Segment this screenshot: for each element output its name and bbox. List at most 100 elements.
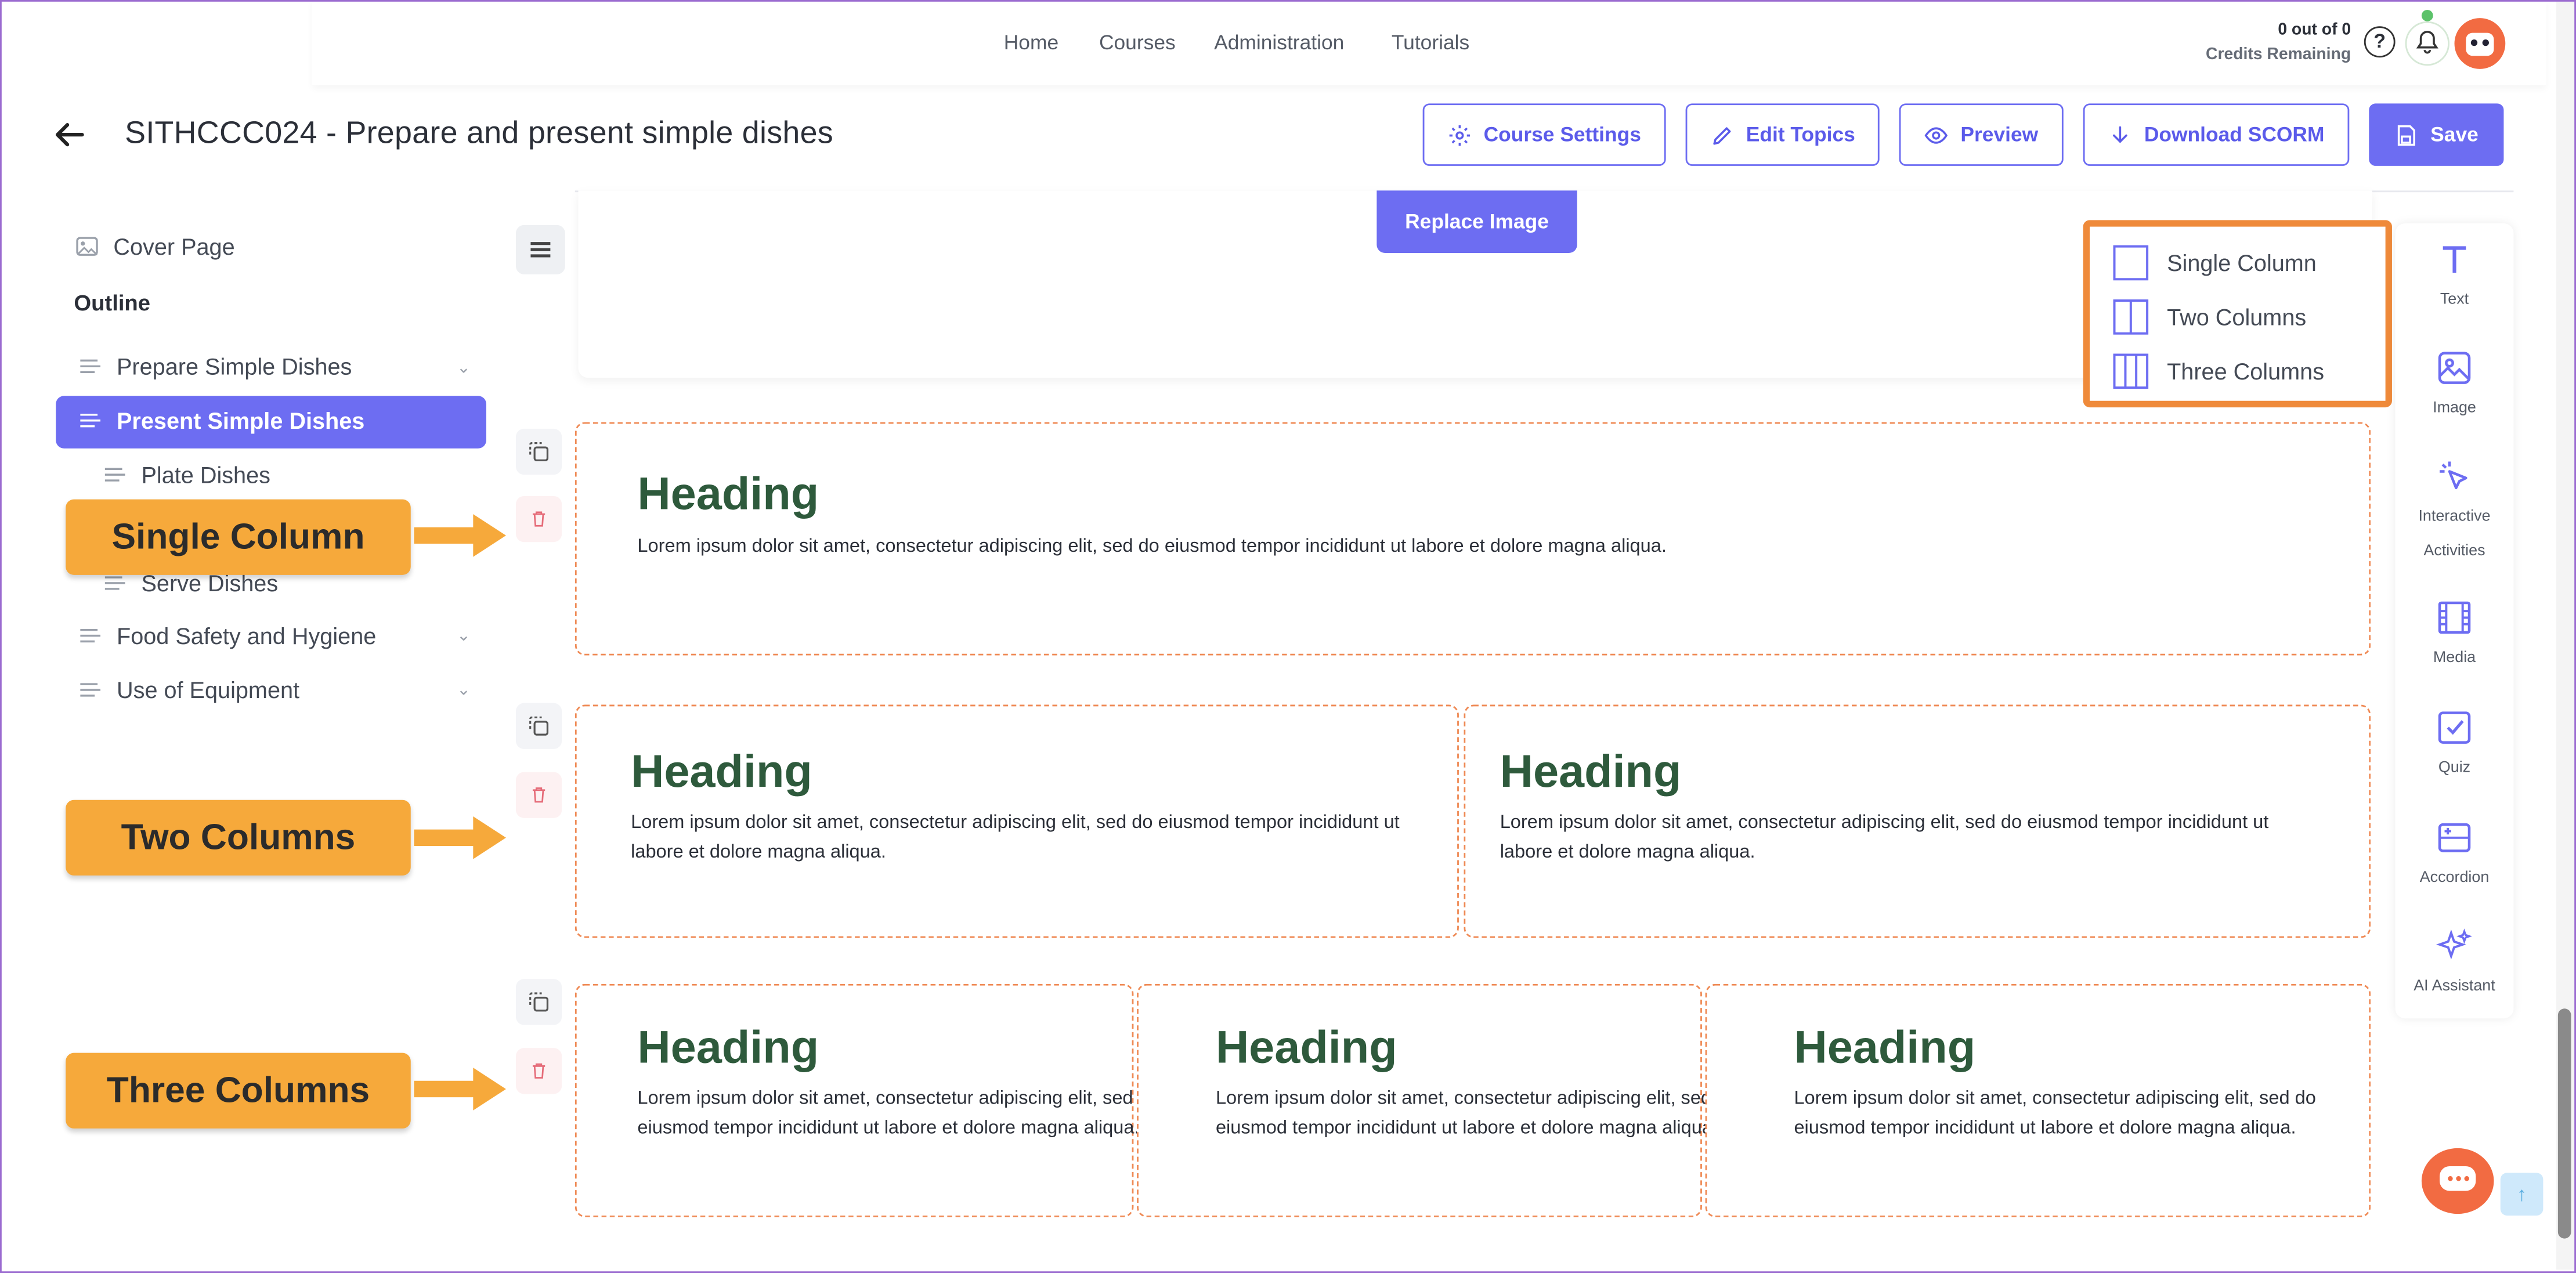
block-text[interactable]: Lorem ipsum dolor sit amet, consectetur …: [1216, 1084, 1742, 1143]
course-settings-button[interactable]: Course Settings: [1422, 103, 1666, 166]
block-heading[interactable]: Heading: [1500, 746, 1682, 798]
callout-arrow-icon: [414, 816, 506, 859]
toolbar-interactive-activities[interactable]: Interactive Activities: [2396, 457, 2514, 569]
toolbar-media[interactable]: Media: [2396, 598, 2514, 675]
outline-heading: Outline: [74, 291, 151, 316]
download-scorm-label: Download SCORM: [2144, 123, 2325, 146]
nav-tutorials-link[interactable]: Tutorials: [1392, 31, 1469, 55]
avatar[interactable]: [2454, 18, 2506, 69]
credits-label: Credits Remaining: [2206, 46, 2351, 64]
text-icon: [2443, 246, 2466, 273]
nav-courses-link[interactable]: Courses: [1099, 31, 1176, 55]
scroll-to-top-icon[interactable]: ↑: [2500, 1173, 2544, 1216]
two-column-block-right[interactable]: Heading Lorem ipsum dolor sit amet, cons…: [1464, 704, 2371, 938]
save-label: Save: [2430, 123, 2479, 146]
block-heading[interactable]: Heading: [631, 746, 812, 798]
toolbar-label: AI Assistant: [2414, 977, 2495, 996]
three-column-block-right[interactable]: Heading Lorem ipsum dolor sit amet, cons…: [1705, 983, 2371, 1217]
notifications-bell-icon[interactable]: [2405, 21, 2450, 66]
scrollbar-thumb[interactable]: [2557, 1008, 2571, 1239]
duplicate-block-icon[interactable]: [515, 979, 562, 1025]
eye-icon: [1925, 126, 1949, 143]
topic-list-icon: [80, 414, 101, 428]
sidebar-item-label: Present Simple Dishes: [117, 407, 365, 434]
toolbar-ai-assistant[interactable]: AI Assistant: [2396, 927, 2514, 1004]
two-column-block-left[interactable]: Heading Lorem ipsum dolor sit amet, cons…: [575, 704, 1459, 938]
sidebar-cover-page[interactable]: Cover Page: [75, 233, 235, 259]
delete-block-icon[interactable]: [515, 496, 562, 543]
edit-topics-label: Edit Topics: [1746, 123, 1855, 146]
topic-list-icon: [104, 576, 125, 590]
floppy-disk-icon: [2398, 124, 2416, 145]
preview-button[interactable]: Preview: [1899, 103, 2064, 166]
sidebar-item-label: Use of Equipment: [117, 677, 300, 703]
delete-block-icon[interactable]: [515, 772, 562, 818]
chat-support-icon[interactable]: [2421, 1148, 2494, 1214]
replace-image-button[interactable]: Replace Image: [1376, 190, 1577, 253]
toolbar-label: Media: [2433, 649, 2476, 667]
element-toolbar: Text Image Interactive Activities Media …: [2395, 223, 2514, 1019]
duplicate-block-icon[interactable]: [515, 428, 562, 475]
three-column-block-middle[interactable]: Heading Lorem ipsum dolor sit amet, cons…: [1137, 983, 1737, 1217]
credits-indicator: 0 out of 0 Credits Remaining: [2206, 18, 2351, 67]
block-text[interactable]: Lorem ipsum dolor sit amet, consectetur …: [1794, 1084, 2320, 1143]
chevron-down-icon[interactable]: ⌄: [457, 682, 471, 700]
toolbar-label: Activities: [2423, 542, 2485, 560]
menu-item-label: Single Column: [2167, 249, 2317, 276]
single-column-block[interactable]: Heading Lorem ipsum dolor sit amet, cons…: [575, 422, 2371, 656]
block-text[interactable]: Lorem ipsum dolor sit amet, consectetur …: [1500, 808, 2322, 867]
callout-two-columns: Two Columns: [66, 800, 411, 876]
toolbar-label: Text: [2440, 291, 2469, 309]
topic-list-icon: [80, 359, 101, 373]
edit-topics-button[interactable]: Edit Topics: [1685, 103, 1880, 166]
topic-list-icon: [80, 683, 101, 697]
back-arrow-icon[interactable]: [49, 115, 89, 154]
app-window: Home Courses Administration Tutorials 0 …: [0, 0, 2576, 1273]
toolbar-accordion[interactable]: Accordion: [2396, 818, 2514, 895]
block-text[interactable]: Lorem ipsum dolor sit amet, consectetur …: [631, 808, 1453, 867]
menu-item-label: Three Columns: [2167, 358, 2325, 385]
preview-label: Preview: [1960, 123, 2039, 146]
menu-item-single-column[interactable]: Single Column: [2113, 245, 2317, 281]
accordion-icon: [2438, 823, 2471, 852]
block-text[interactable]: Lorem ipsum dolor sit amet, consectetur …: [637, 532, 2280, 562]
image-icon: [2438, 352, 2471, 384]
sidebar-item-prepare-simple-dishes[interactable]: Prepare Simple Dishes: [79, 353, 352, 379]
block-heading[interactable]: Heading: [637, 1022, 819, 1075]
two-columns-icon: [2113, 299, 2149, 335]
nav-home-link[interactable]: Home: [1004, 31, 1058, 55]
sidebar-item-use-of-equipment[interactable]: Use of Equipment: [79, 677, 299, 703]
toolbar-text[interactable]: Text: [2396, 240, 2514, 317]
sidebar-item-present-simple-dishes[interactable]: Present Simple Dishes: [79, 407, 364, 433]
block-heading[interactable]: Heading: [637, 468, 819, 521]
sidebar-item-label: Prepare Simple Dishes: [117, 353, 352, 379]
topic-list-icon: [104, 468, 125, 482]
block-text[interactable]: Lorem ipsum dolor sit amet, consectetur …: [637, 1084, 1163, 1143]
toolbar-label: Accordion: [2419, 869, 2490, 887]
menu-item-three-columns[interactable]: Three Columns: [2113, 353, 2324, 389]
download-arrow-icon: [2113, 125, 2128, 143]
three-columns-icon: [2113, 353, 2149, 389]
toolbar-image[interactable]: Image: [2396, 348, 2514, 425]
chevron-down-icon[interactable]: ⌄: [457, 627, 471, 645]
nav-administration-link[interactable]: Administration: [1214, 31, 1344, 55]
menu-item-two-columns[interactable]: Two Columns: [2113, 299, 2306, 335]
callout-arrow-icon: [414, 514, 506, 557]
delete-block-icon[interactable]: [515, 1048, 562, 1094]
block-heading[interactable]: Heading: [1794, 1022, 1975, 1075]
block-heading[interactable]: Heading: [1216, 1022, 1397, 1075]
help-icon[interactable]: ?: [2364, 26, 2396, 58]
sidebar-item-food-safety-and-hygiene[interactable]: Food Safety and Hygiene: [79, 623, 376, 649]
save-button[interactable]: Save: [2369, 103, 2504, 166]
sidebar-menu-icon[interactable]: [515, 225, 565, 274]
sparkles-icon: [2436, 928, 2472, 960]
toolbar-label: Interactive: [2418, 507, 2491, 526]
chevron-down-icon[interactable]: ⌄: [457, 360, 471, 378]
download-scorm-button[interactable]: Download SCORM: [2083, 103, 2350, 166]
three-column-block-left[interactable]: Heading Lorem ipsum dolor sit amet, cons…: [575, 983, 1159, 1217]
toolbar-quiz[interactable]: Quiz: [2396, 708, 2514, 785]
sidebar-item-plate-dishes[interactable]: Plate Dishes: [103, 462, 270, 488]
callout-arrow-icon: [414, 1068, 506, 1111]
sidebar-item-label: Food Safety and Hygiene: [117, 622, 377, 649]
duplicate-block-icon[interactable]: [515, 703, 562, 749]
